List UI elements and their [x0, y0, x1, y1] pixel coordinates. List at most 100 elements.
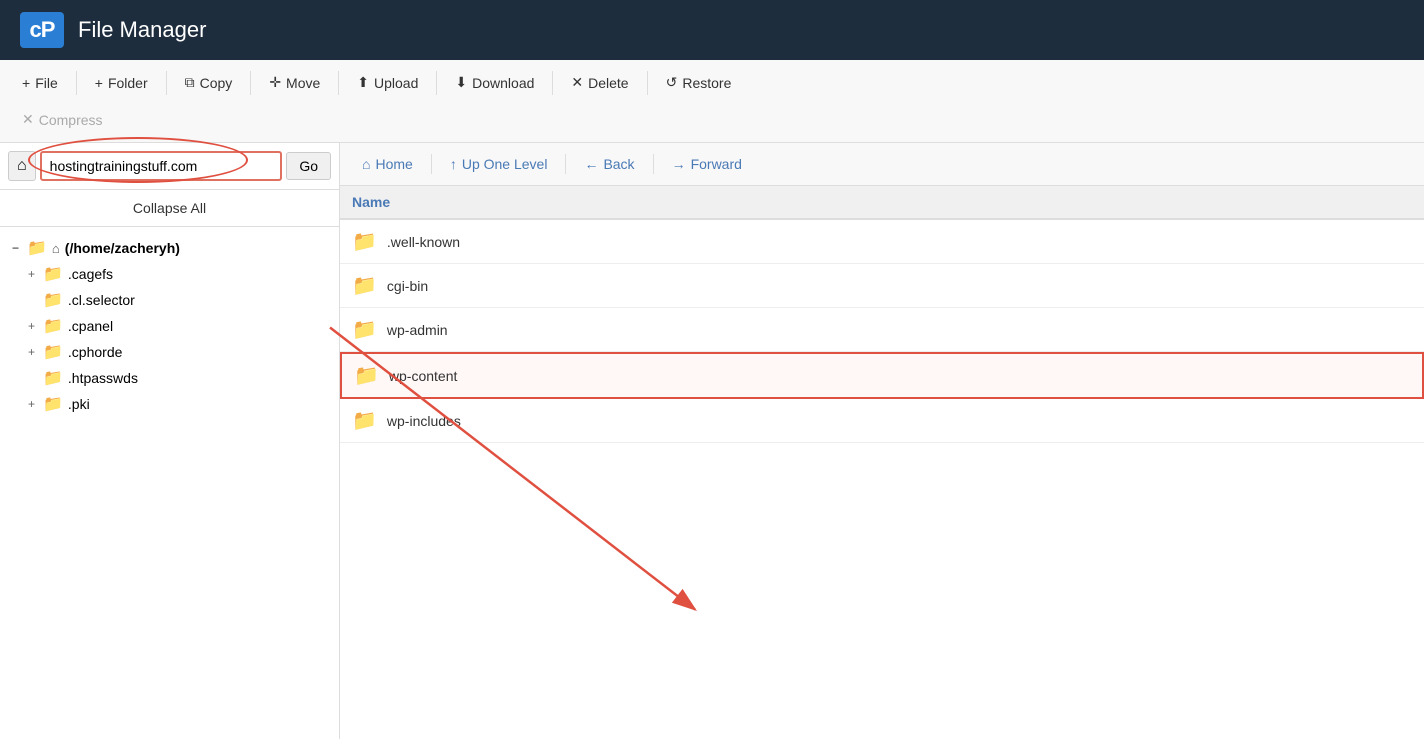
move-icon: ✛ — [269, 74, 281, 91]
home-nav-icon: ⌂ — [362, 156, 370, 172]
right-nav-bar: ⌂ Home ↑ Up One Level ← Back → Forward — [340, 143, 1424, 186]
left-panel: ⌂ Go Collapse All − 📁 ⌂ (/home/zacheryh)… — [0, 143, 340, 739]
app-title: File Manager — [78, 17, 206, 43]
tree-item-cagefs[interactable]: + 📁 .cagefs — [0, 261, 339, 287]
file-row-wp-content[interactable]: 📁 wp-content — [340, 352, 1424, 399]
file-row-cgi-bin[interactable]: 📁 cgi-bin — [340, 264, 1424, 308]
back-icon: ← — [584, 156, 598, 172]
restore-button[interactable]: ↺ Restore — [656, 68, 742, 97]
folder-icon-htpasswds: 📁 — [43, 368, 63, 388]
up-label: Up One Level — [462, 156, 548, 172]
compress-icon: ✕ — [22, 111, 34, 128]
folder-icon-cgi-bin: 📁 — [352, 273, 377, 298]
forward-label: Forward — [691, 156, 742, 172]
right-nav-sep-3 — [653, 154, 654, 174]
folder-icon-root: 📁 — [27, 238, 47, 258]
compress-button[interactable]: ✕ Compress — [12, 105, 113, 134]
download-icon: ⬇ — [455, 74, 467, 91]
toolbar-sep-7 — [647, 71, 648, 95]
up-one-level-button[interactable]: ↑ Up One Level — [440, 151, 558, 177]
toolbar-row-1: + File + Folder ⧉ Copy ✛ Move ⬆ Upload — [12, 68, 1412, 97]
toolbar-sep-6 — [552, 71, 553, 95]
delete-button[interactable]: ✕ Delete — [561, 68, 638, 97]
main-layout: ⌂ Go Collapse All − 📁 ⌂ (/home/zacheryh)… — [0, 143, 1424, 739]
plus-icon: + — [22, 75, 30, 91]
tree-label-pki: .pki — [68, 396, 90, 412]
tree-item-pki[interactable]: + 📁 .pki — [0, 391, 339, 417]
copy-button[interactable]: ⧉ Copy — [175, 68, 243, 97]
path-go-button[interactable]: Go — [286, 152, 331, 180]
folder-icon-well-known: 📁 — [352, 229, 377, 254]
file-row-wp-admin[interactable]: 📁 wp-admin — [340, 308, 1424, 352]
toolbar-sep-3 — [250, 71, 251, 95]
right-panel: ⌂ Home ↑ Up One Level ← Back → Forward — [340, 143, 1424, 739]
new-folder-button[interactable]: + Folder — [85, 69, 158, 97]
tree-item-htpasswds[interactable]: 📁 .htpasswds — [0, 365, 339, 391]
collapse-all-button[interactable]: Collapse All — [0, 190, 339, 227]
home-nav-label: Home — [375, 156, 412, 172]
tree-expand-cpanel: + — [28, 319, 38, 333]
cpanel-logo: cP — [20, 12, 64, 48]
tree-label-cpanel: .cpanel — [68, 318, 113, 334]
home-nav-button[interactable]: ⌂ Home — [352, 151, 423, 177]
copy-icon: ⧉ — [185, 74, 195, 91]
right-nav-sep-1 — [431, 154, 432, 174]
file-name-wp-content: wp-content — [389, 368, 1410, 384]
new-file-button[interactable]: + File — [12, 69, 68, 97]
folder-icon-cagefs: 📁 — [43, 264, 63, 284]
tree-expand-pki: + — [28, 397, 38, 411]
toolbar-row-2: ✕ Compress — [12, 101, 1412, 134]
upload-icon: ⬆ — [357, 74, 369, 91]
tree-label-cl: .cl.selector — [68, 292, 135, 308]
back-button[interactable]: ← Back — [574, 151, 644, 177]
tree-label-cagefs: .cagefs — [68, 266, 113, 282]
restore-icon: ↺ — [666, 74, 678, 91]
toolbar: + File + Folder ⧉ Copy ✛ Move ⬆ Upload — [0, 60, 1424, 143]
tree-label-cphorde: .cphorde — [68, 344, 122, 360]
folder-icon-cphorde: 📁 — [43, 342, 63, 362]
tree-label-root: (/home/zacheryh) — [65, 240, 180, 256]
tree-label-htpasswds: .htpasswds — [68, 370, 138, 386]
app-container: cP File Manager + File + Folder ⧉ Copy ✛… — [0, 0, 1424, 739]
file-name-cgi-bin: cgi-bin — [387, 278, 1412, 294]
tree-item-cl-selector[interactable]: 📁 .cl.selector — [0, 287, 339, 313]
file-list-header: Name — [340, 186, 1424, 220]
column-name: Name — [352, 194, 1412, 210]
tree-item-cpanel[interactable]: + 📁 .cpanel — [0, 313, 339, 339]
folder-icon-wp-admin: 📁 — [352, 317, 377, 342]
back-label: Back — [603, 156, 634, 172]
download-button[interactable]: ⬇ Download — [445, 68, 544, 97]
file-name-well-known: .well-known — [387, 234, 1412, 250]
home-icon-root: ⌂ — [52, 241, 60, 256]
folder-icon-wp-includes: 📁 — [352, 408, 377, 433]
toolbar-sep-1 — [76, 71, 77, 95]
forward-button[interactable]: → Forward — [662, 151, 752, 177]
file-row-well-known[interactable]: 📁 .well-known — [340, 220, 1424, 264]
file-name-wp-admin: wp-admin — [387, 322, 1412, 338]
tree-expand-cphorde: + — [28, 345, 38, 359]
path-home-button[interactable]: ⌂ — [8, 151, 36, 181]
tree-expand-cagefs: + — [28, 267, 38, 281]
path-input[interactable] — [40, 151, 283, 181]
upload-button[interactable]: ⬆ Upload — [347, 68, 428, 97]
folder-icon-cl: 📁 — [43, 290, 63, 310]
file-name-wp-includes: wp-includes — [387, 413, 1412, 429]
up-icon: ↑ — [450, 156, 457, 172]
move-button[interactable]: ✛ Move — [259, 68, 330, 97]
plus-icon: + — [95, 75, 103, 91]
toolbar-sep-2 — [166, 71, 167, 95]
tree-item-cphorde[interactable]: + 📁 .cphorde — [0, 339, 339, 365]
tree-expand-root: − — [12, 241, 22, 255]
right-nav-sep-2 — [565, 154, 566, 174]
forward-icon: → — [672, 156, 686, 172]
folder-icon-wp-content: 📁 — [354, 363, 379, 388]
delete-icon: ✕ — [571, 74, 583, 91]
toolbar-sep-5 — [436, 71, 437, 95]
path-bar: ⌂ Go — [0, 143, 339, 190]
toolbar-sep-4 — [338, 71, 339, 95]
file-row-wp-includes[interactable]: 📁 wp-includes — [340, 399, 1424, 443]
folder-icon-cpanel: 📁 — [43, 316, 63, 336]
file-tree: − 📁 ⌂ (/home/zacheryh) + 📁 .cagefs 📁 .cl… — [0, 227, 339, 739]
tree-item-root[interactable]: − 📁 ⌂ (/home/zacheryh) — [0, 235, 339, 261]
app-header: cP File Manager — [0, 0, 1424, 60]
